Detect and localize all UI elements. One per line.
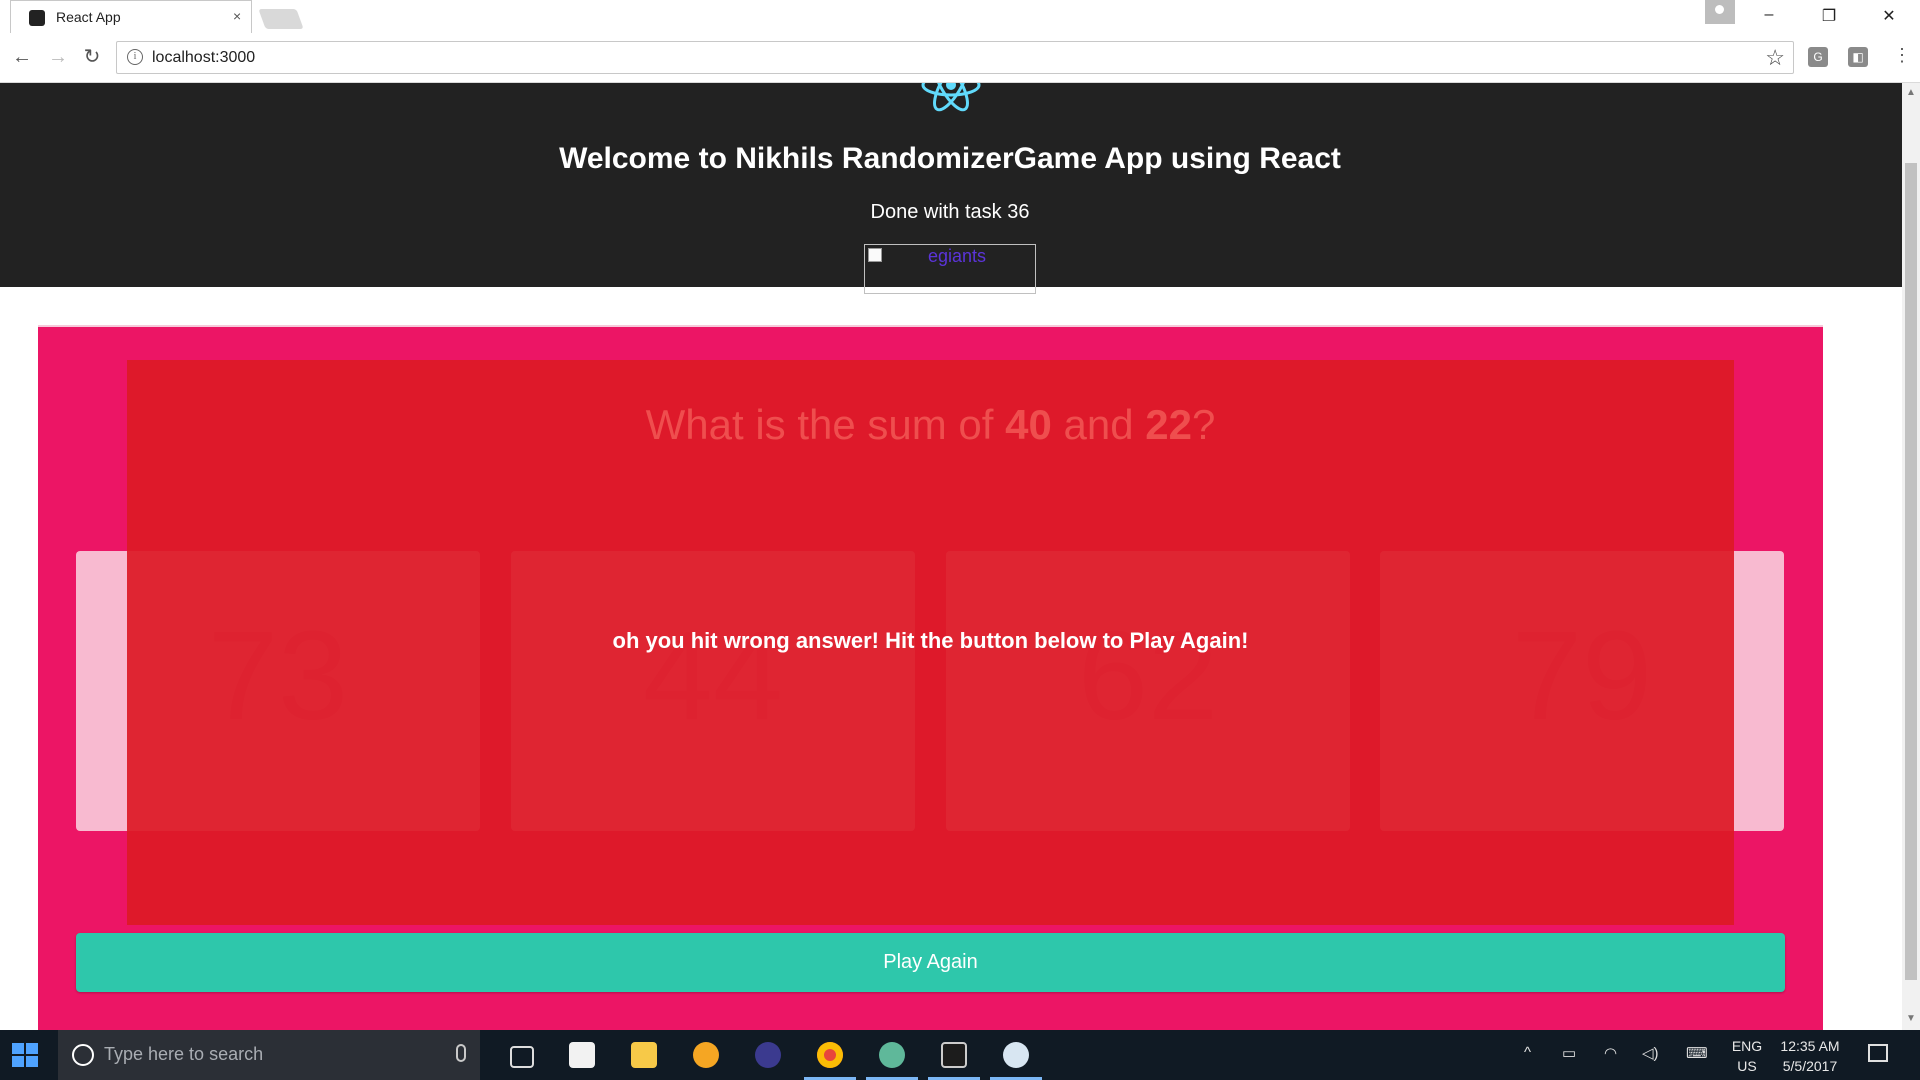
taskbar-search[interactable]: Type here to search bbox=[58, 1030, 480, 1080]
tab-close-icon[interactable]: × bbox=[233, 8, 241, 24]
taskbar-search-placeholder: Type here to search bbox=[104, 1044, 264, 1064]
scrollbar-thumb[interactable] bbox=[1905, 163, 1917, 980]
show-hidden-icons[interactable]: ^ bbox=[1524, 1044, 1531, 1061]
browser-toolbar: ← → ↻ i localhost:3000 ☆ G ◧ ⋮ bbox=[0, 33, 1920, 83]
battery-icon[interactable]: ▭ bbox=[1562, 1044, 1576, 1062]
terminal-icon[interactable] bbox=[924, 1030, 984, 1080]
clock-time: 12:35 AM bbox=[1780, 1038, 1840, 1054]
address-bar[interactable]: i localhost:3000 ☆ bbox=[116, 41, 1794, 74]
restore-icon[interactable]: ❐ bbox=[1814, 6, 1844, 28]
extension-icon[interactable]: ◧ bbox=[1848, 47, 1868, 67]
browser-tab[interactable]: React App × bbox=[10, 0, 252, 33]
keyboard-icon[interactable]: ⌨ bbox=[1686, 1044, 1708, 1062]
browser-tab-strip: React App × – ❐ ✕ bbox=[0, 0, 1920, 33]
play-again-button[interactable]: Play Again bbox=[76, 933, 1785, 992]
language-indicator[interactable]: ENG US bbox=[1730, 1036, 1764, 1076]
store-icon[interactable] bbox=[552, 1030, 612, 1080]
clock-date: 5/5/2017 bbox=[1782, 1058, 1838, 1074]
reload-icon[interactable]: ↻ bbox=[80, 45, 104, 69]
task-view-icon[interactable] bbox=[490, 1030, 550, 1080]
new-tab-button[interactable] bbox=[258, 9, 304, 29]
back-icon[interactable]: ← bbox=[10, 45, 34, 69]
app-header: Welcome to Nikhils RandomizerGame App us… bbox=[0, 83, 1902, 294]
bookmark-star-icon[interactable]: ☆ bbox=[1765, 45, 1785, 71]
wifi-icon[interactable]: ◠ bbox=[1604, 1044, 1617, 1062]
scroll-up-icon[interactable]: ▲ bbox=[1906, 87, 1916, 98]
file-explorer-icon[interactable] bbox=[614, 1030, 674, 1080]
second-number: 22 bbox=[1145, 401, 1192, 448]
extension-g-icon[interactable]: G bbox=[1808, 47, 1828, 67]
scroll-down-icon[interactable]: ▼ bbox=[1906, 1013, 1916, 1024]
site-info-icon[interactable]: i bbox=[127, 49, 143, 65]
address-url[interactable]: localhost:3000 bbox=[152, 49, 255, 67]
region-code: US bbox=[1737, 1058, 1757, 1074]
close-window-icon[interactable]: ✕ bbox=[1874, 6, 1904, 28]
broken-image: egiants bbox=[864, 244, 1036, 294]
page-viewport: Welcome to Nikhils RandomizerGame App us… bbox=[0, 83, 1902, 1030]
question-prefix: What is the sum of bbox=[645, 401, 994, 448]
eclipse-icon[interactable] bbox=[738, 1030, 798, 1080]
react-logo-icon bbox=[921, 83, 981, 112]
task-status: Done with task 36 bbox=[870, 201, 1030, 223]
microphone-icon[interactable] bbox=[456, 1044, 466, 1062]
windows-taskbar: Type here to search ^ ▭ ◠ ◁) ⌨ ENG US 12… bbox=[0, 1030, 1920, 1080]
question-text: What is the sum of 40 and 22? bbox=[127, 401, 1734, 449]
app-flower-icon[interactable] bbox=[676, 1030, 736, 1080]
question-mark: ? bbox=[1191, 401, 1216, 448]
page-scrollbar[interactable]: ▲ ▼ bbox=[1902, 83, 1920, 1030]
react-favicon-icon bbox=[29, 10, 45, 26]
cortana-icon bbox=[72, 1044, 94, 1066]
broken-image-icon bbox=[868, 248, 882, 262]
minimize-icon[interactable]: – bbox=[1754, 6, 1784, 28]
first-number: 40 bbox=[1005, 401, 1052, 448]
atom-icon[interactable] bbox=[862, 1030, 922, 1080]
profile-icon[interactable] bbox=[1705, 0, 1735, 24]
windows-start-icon[interactable] bbox=[12, 1043, 38, 1067]
app-title: Welcome to Nikhils RandomizerGame App us… bbox=[559, 142, 1341, 175]
image-alt-text: egiants bbox=[928, 246, 987, 266]
tab-title: React App bbox=[56, 9, 121, 25]
question-conjunction: and bbox=[1063, 401, 1134, 448]
browser-menu-icon[interactable]: ⋮ bbox=[1893, 45, 1911, 66]
volume-icon[interactable]: ◁) bbox=[1642, 1044, 1659, 1062]
paint-icon[interactable] bbox=[986, 1030, 1046, 1080]
language-code: ENG bbox=[1731, 1038, 1763, 1054]
system-clock[interactable]: 12:35 AM 5/5/2017 bbox=[1774, 1036, 1846, 1076]
chrome-icon[interactable] bbox=[800, 1030, 860, 1080]
notifications-icon[interactable] bbox=[1868, 1044, 1888, 1062]
forward-icon[interactable]: → bbox=[46, 45, 70, 69]
result-message: oh you hit wrong answer! Hit the button … bbox=[612, 628, 1249, 653]
